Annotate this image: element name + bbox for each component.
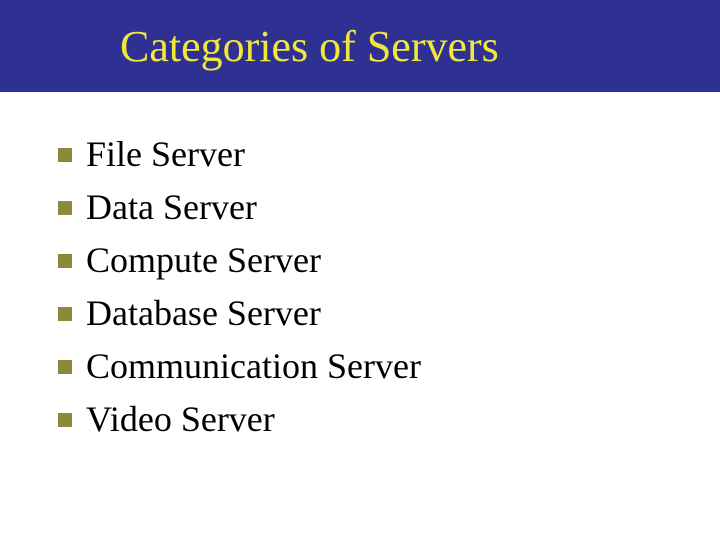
square-bullet-icon — [58, 201, 72, 215]
square-bullet-icon — [58, 307, 72, 321]
slide-title: Categories of Servers — [120, 21, 499, 72]
item-label: Communication Server — [86, 344, 421, 389]
item-label: Video Server — [86, 397, 275, 442]
item-label: File Server — [86, 132, 245, 177]
item-label: Compute Server — [86, 238, 321, 283]
item-label: Database Server — [86, 291, 321, 336]
square-bullet-icon — [58, 148, 72, 162]
list-item: Data Server — [58, 185, 720, 230]
square-bullet-icon — [58, 360, 72, 374]
item-label: Data Server — [86, 185, 257, 230]
list-item: Database Server — [58, 291, 720, 336]
list-item: Compute Server — [58, 238, 720, 283]
square-bullet-icon — [58, 413, 72, 427]
square-bullet-icon — [58, 254, 72, 268]
slide: Categories of Servers File Server Data S… — [0, 0, 720, 540]
list-item: Video Server — [58, 397, 720, 442]
title-bar: Categories of Servers — [0, 0, 720, 92]
slide-body: File Server Data Server Compute Server D… — [0, 92, 720, 442]
list-item: File Server — [58, 132, 720, 177]
list-item: Communication Server — [58, 344, 720, 389]
